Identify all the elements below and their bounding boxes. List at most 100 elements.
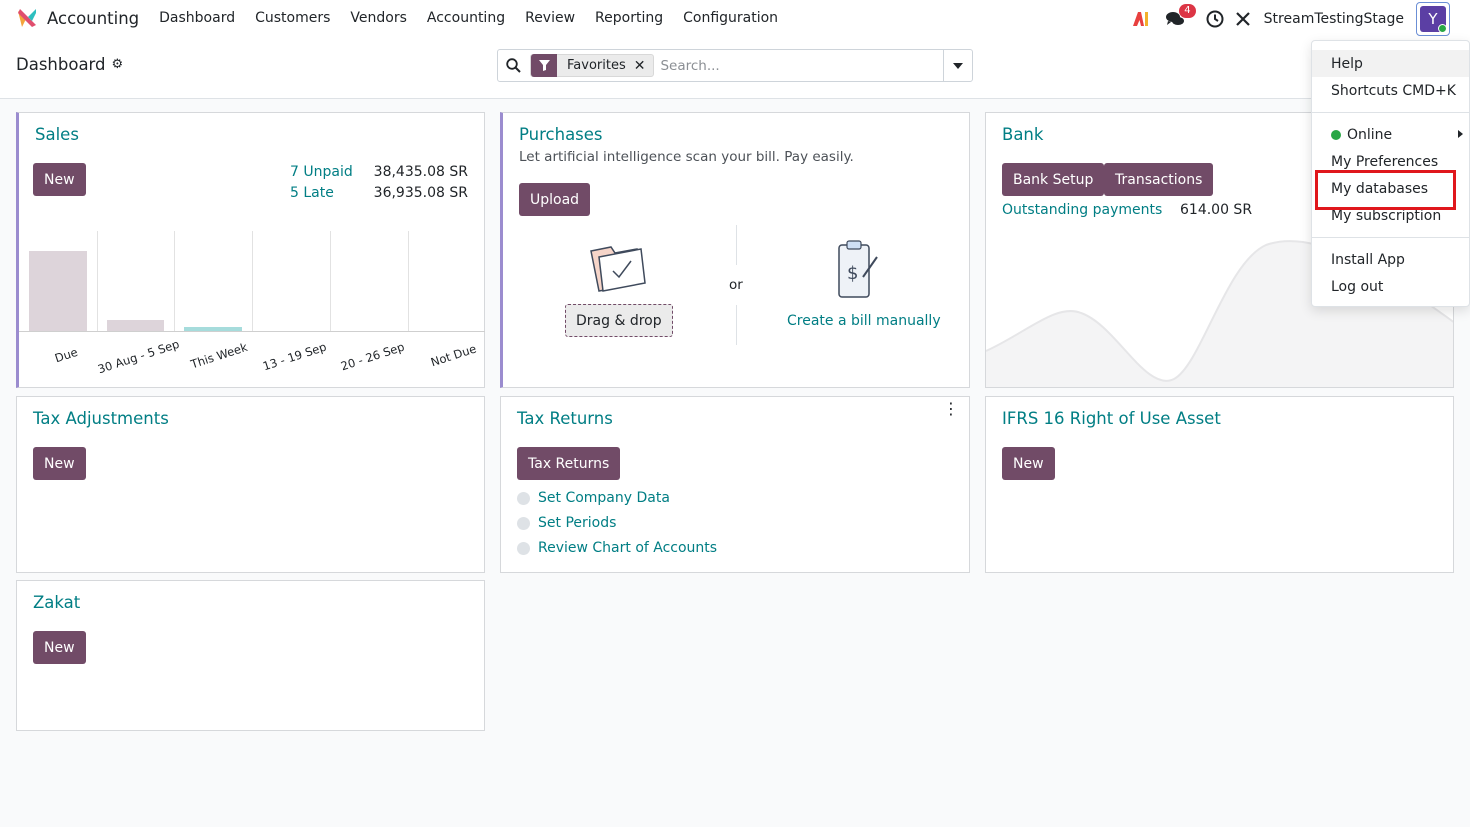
- tax-returns-card: Tax Returns ⋮ Tax Returns Set Company Da…: [500, 396, 970, 573]
- upload-button[interactable]: Upload: [519, 183, 591, 216]
- ai-icon[interactable]: [1130, 8, 1152, 30]
- sales-card: Sales New 7 Unpaid 38,435.08 SR 5 Late 3…: [16, 112, 485, 388]
- sales-title[interactable]: Sales: [35, 125, 79, 144]
- unpaid-link[interactable]: 7 Unpaid: [290, 164, 353, 180]
- purchases-card: Purchases Let artificial intelligence sc…: [500, 112, 970, 388]
- step-status-dot: [517, 491, 530, 505]
- chart-tick-label: Due: [52, 344, 79, 366]
- zakat-new-button[interactable]: New: [33, 631, 86, 664]
- breadcrumb-title: Dashboard: [16, 55, 106, 74]
- top-navbar: Accounting Dashboard Customers Vendors A…: [0, 0, 1470, 36]
- sales-new-button[interactable]: New: [33, 163, 86, 196]
- chart-bar[interactable]: [29, 251, 87, 331]
- divider: [1312, 237, 1469, 238]
- chart-tick-label: Not Due: [428, 341, 478, 370]
- systray: 4 StreamTestingStage Y: [1120, 2, 1450, 36]
- unpaid-amount: 38,435.08 SR: [373, 164, 468, 180]
- onboarding-step[interactable]: Review Chart of Accounts: [517, 540, 717, 556]
- menu-customers[interactable]: Customers: [255, 10, 330, 26]
- menu-dashboard[interactable]: Dashboard: [159, 10, 235, 26]
- page-title: Dashboard ⚙: [16, 55, 123, 74]
- more-options-icon[interactable]: ⋮: [943, 401, 959, 417]
- chevron-right-icon: [1458, 130, 1463, 138]
- menu-reporting[interactable]: Reporting: [595, 10, 663, 26]
- message-count-badge: 4: [1179, 4, 1196, 18]
- outstanding-payments-link[interactable]: Outstanding payments: [1002, 202, 1162, 218]
- late-link[interactable]: 5 Late: [290, 185, 334, 201]
- menu-online-status[interactable]: Online: [1312, 121, 1469, 148]
- chart-gridline: [252, 231, 254, 331]
- svg-text:$: $: [847, 263, 858, 284]
- search-bar: Favorites ✕: [497, 49, 973, 82]
- chart-tick-label: 13 - 19 Sep: [260, 339, 328, 374]
- purchases-subtitle: Let artificial intelligence scan your bi…: [519, 149, 854, 165]
- bill-icon: $: [838, 240, 878, 298]
- remove-facet-icon[interactable]: ✕: [634, 58, 654, 74]
- ifrs-title[interactable]: IFRS 16 Right of Use Asset: [1002, 409, 1221, 428]
- chat-icon[interactable]: 4: [1164, 4, 1196, 30]
- step-label: Review Chart of Accounts: [538, 540, 718, 556]
- search-icon[interactable]: [498, 58, 528, 73]
- divider: [736, 305, 737, 345]
- step-label: Set Periods: [538, 515, 617, 531]
- onboarding-step[interactable]: Set Periods: [517, 515, 616, 531]
- chart-gridline: [329, 231, 331, 331]
- menu-logout[interactable]: Log out: [1312, 273, 1469, 300]
- menu-help[interactable]: Help: [1312, 50, 1469, 77]
- bank-setup-button[interactable]: Bank Setup: [1002, 163, 1105, 196]
- caret-down-icon: [953, 62, 963, 69]
- tax-returns-button[interactable]: Tax Returns: [517, 447, 621, 480]
- facet-label: Favorites: [567, 58, 626, 73]
- drag-drop-button[interactable]: Drag & drop: [565, 304, 673, 337]
- zakat-card: Zakat New: [16, 580, 485, 731]
- or-label: or: [729, 277, 743, 293]
- chart-tick-label: 20 - 26 Sep: [338, 339, 406, 374]
- divider: [736, 225, 737, 265]
- bank-title[interactable]: Bank: [1002, 125, 1043, 144]
- tax-returns-title[interactable]: Tax Returns: [517, 409, 613, 428]
- ifrs-new-button[interactable]: New: [1002, 447, 1055, 480]
- menu-shortcuts[interactable]: Shortcuts CMD+K: [1312, 77, 1469, 104]
- tax-adjustments-card: Tax Adjustments New: [16, 396, 485, 573]
- menu-review[interactable]: Review: [525, 10, 575, 26]
- ifrs-card: IFRS 16 Right of Use Asset New: [985, 396, 1454, 573]
- step-status-dot: [517, 541, 530, 555]
- zakat-title[interactable]: Zakat: [33, 593, 80, 612]
- chart-bar[interactable]: [106, 319, 165, 331]
- gear-icon[interactable]: ⚙: [112, 57, 124, 72]
- transactions-button[interactable]: Transactions: [1104, 163, 1214, 196]
- step-label: Set Company Data: [538, 490, 670, 506]
- chart-axis: [19, 331, 485, 332]
- online-dot: [1331, 129, 1341, 140]
- app-brand[interactable]: Accounting: [16, 7, 159, 29]
- highlight-annotation: [1315, 170, 1456, 210]
- control-panel: Dashboard ⚙ Favorites ✕: [0, 36, 1470, 99]
- chart-gridline: [174, 231, 176, 331]
- user-avatar-button[interactable]: Y: [1416, 2, 1450, 36]
- chart-tick-label: 30 Aug - 5 Sep: [96, 336, 182, 377]
- menu-accounting[interactable]: Accounting: [427, 10, 505, 26]
- tax-adjustments-new-button[interactable]: New: [33, 447, 86, 480]
- purchases-title[interactable]: Purchases: [519, 125, 603, 144]
- step-status-dot: [517, 516, 530, 530]
- folder-icon: [590, 246, 646, 292]
- create-bill-manually-link[interactable]: Create a bill manually: [787, 313, 941, 329]
- tools-icon[interactable]: [1232, 8, 1254, 30]
- divider: [1312, 112, 1469, 113]
- outstanding-amount: 614.00 SR: [1180, 202, 1253, 218]
- accounting-app-icon: [18, 9, 36, 27]
- chart-tick-label: This Week: [189, 339, 250, 372]
- search-facet: Favorites ✕: [530, 54, 655, 77]
- search-input[interactable]: [660, 57, 941, 74]
- sales-chart: Due 30 Aug - 5 Sep This Week 13 - 19 Sep 20 …: [19, 231, 485, 389]
- online-label: Online: [1347, 126, 1393, 143]
- search-options-toggle[interactable]: [943, 50, 972, 81]
- clock-icon[interactable]: [1204, 8, 1226, 30]
- tax-adjustments-title[interactable]: Tax Adjustments: [33, 409, 169, 428]
- menu-vendors[interactable]: Vendors: [350, 10, 406, 26]
- company-switcher[interactable]: StreamTestingStage: [1264, 11, 1404, 27]
- menu-configuration[interactable]: Configuration: [683, 10, 778, 26]
- late-amount: 36,935.08 SR: [373, 185, 468, 201]
- onboarding-step[interactable]: Set Company Data: [517, 490, 670, 506]
- menu-install-app[interactable]: Install App: [1312, 246, 1469, 273]
